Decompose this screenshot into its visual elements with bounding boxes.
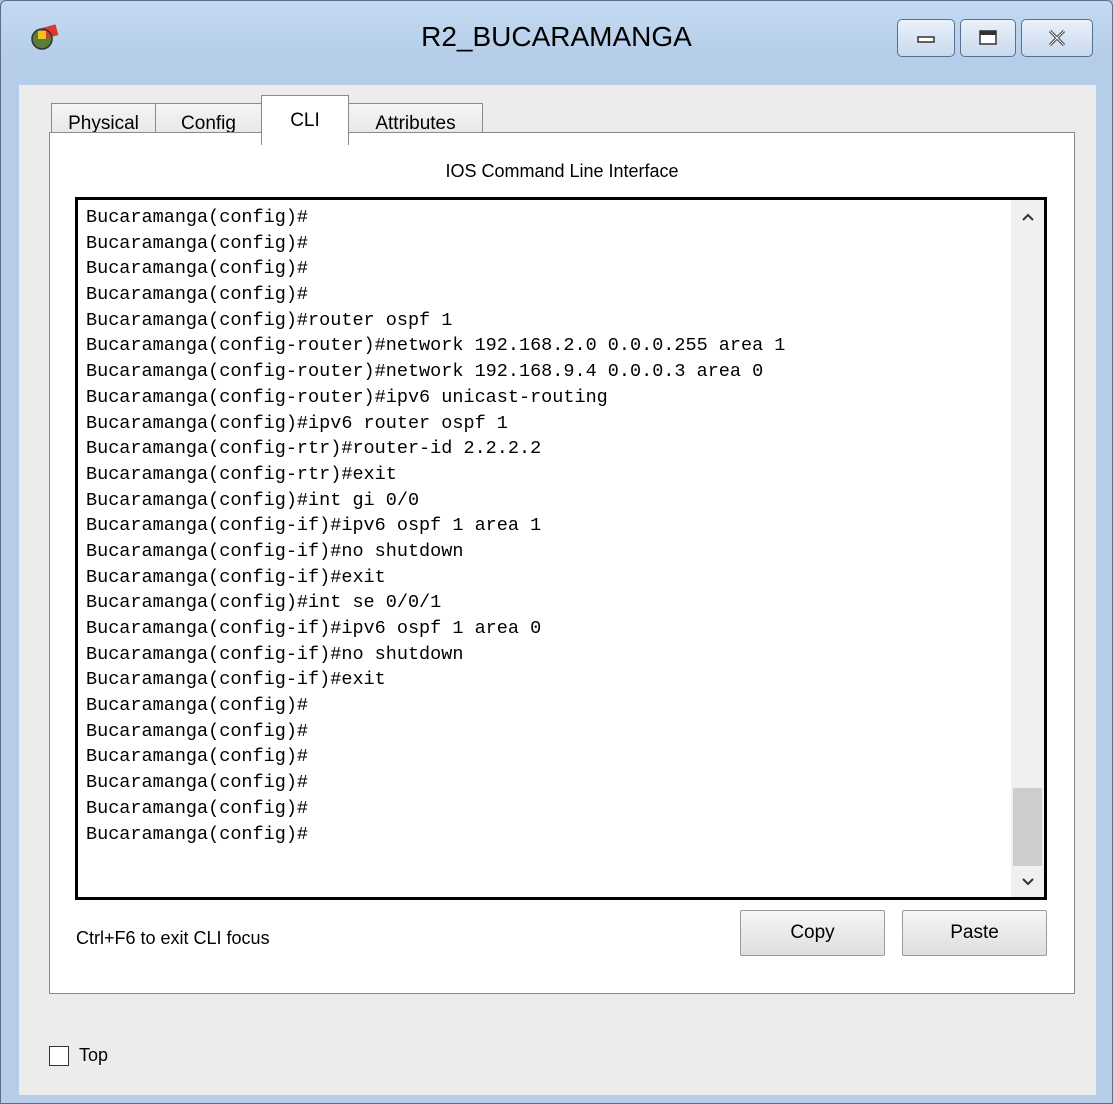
- top-checkbox-label: Top: [79, 1045, 109, 1065]
- terminal-line: Bucaramanga(config-if)#exit: [86, 566, 386, 588]
- maximize-icon: [979, 30, 997, 45]
- chevron-up-icon: [1021, 213, 1034, 221]
- router-window: R2_BUCARAMANGA Physical Config CLI Attri…: [0, 0, 1113, 1104]
- terminal-line: Bucaramanga(config)#: [86, 720, 309, 742]
- tab-cli[interactable]: CLI: [261, 95, 349, 145]
- window-client-area: Physical Config CLI Attributes IOS Comma…: [19, 85, 1096, 1095]
- terminal-line: Bucaramanga(config)#: [86, 823, 309, 845]
- terminal-line: Bucaramanga(config-if)#ipv6 ospf 1 area …: [86, 515, 542, 537]
- terminal-line: Bucaramanga(config)#: [86, 258, 309, 280]
- terminal-scrollbar[interactable]: [1011, 200, 1044, 897]
- minimize-icon: [917, 36, 935, 43]
- terminal-line: Bucaramanga(config)#: [86, 207, 309, 228]
- terminal-line: Bucaramanga(config)#int gi 0/0: [86, 489, 420, 511]
- cli-heading: IOS Command Line Interface: [445, 161, 679, 181]
- terminal-line: Bucaramanga(config)#ipv6 router ospf 1: [86, 412, 508, 434]
- terminal-line: Bucaramanga(config)#router ospf 1: [86, 309, 453, 331]
- terminal-line: Bucaramanga(config)#: [86, 746, 309, 768]
- terminal-output: Bucaramanga(config)# Bucaramanga(config)…: [86, 205, 1004, 847]
- terminal-line: Bucaramanga(config)#: [86, 695, 309, 717]
- terminal-line: Bucaramanga(config-router)#network 192.1…: [86, 335, 786, 357]
- terminal-line: Bucaramanga(config-if)#no shutdown: [86, 643, 464, 665]
- close-icon: [1048, 29, 1066, 47]
- maximize-button[interactable]: [960, 19, 1016, 57]
- terminal-line: Bucaramanga(config-rtr)#exit: [86, 463, 397, 485]
- terminal-line: Bucaramanga(config)#: [86, 772, 309, 794]
- scroll-up-button[interactable]: [1011, 204, 1044, 230]
- terminal-line: Bucaramanga(config-rtr)#router-id 2.2.2.…: [86, 438, 542, 460]
- scrollbar-thumb[interactable]: [1013, 788, 1042, 866]
- top-option[interactable]: Top: [49, 1045, 108, 1066]
- cli-panel: IOS Command Line Interface Bucaramanga(c…: [49, 132, 1075, 994]
- terminal-line: Bucaramanga(config-router)#network 192.1…: [86, 361, 764, 383]
- minimize-button[interactable]: [897, 19, 955, 57]
- terminal-line: Bucaramanga(config)#int se 0/0/1: [86, 592, 442, 614]
- title-bar[interactable]: R2_BUCARAMANGA: [1, 1, 1112, 89]
- terminal-line: Bucaramanga(config)#: [86, 797, 309, 819]
- terminal-line: Bucaramanga(config-if)#no shutdown: [86, 540, 464, 562]
- paste-button[interactable]: Paste: [902, 910, 1047, 956]
- terminal-line: Bucaramanga(config)#: [86, 232, 309, 254]
- terminal-line: Bucaramanga(config-if)#ipv6 ospf 1 area …: [86, 618, 542, 639]
- scroll-down-button[interactable]: [1011, 869, 1044, 895]
- top-checkbox[interactable]: [49, 1045, 69, 1066]
- terminal-line: Bucaramanga(config)#: [86, 284, 309, 306]
- cli-terminal[interactable]: Bucaramanga(config)# Bucaramanga(config)…: [75, 197, 1047, 900]
- cli-focus-hint: Ctrl+F6 to exit CLI focus: [76, 928, 270, 948]
- copy-button[interactable]: Copy: [740, 910, 885, 956]
- chevron-down-icon: [1021, 878, 1034, 886]
- terminal-line: Bucaramanga(config-router)#ipv6 unicast-…: [86, 386, 608, 408]
- close-button[interactable]: [1021, 19, 1093, 57]
- terminal-line: Bucaramanga(config-if)#exit: [86, 669, 386, 691]
